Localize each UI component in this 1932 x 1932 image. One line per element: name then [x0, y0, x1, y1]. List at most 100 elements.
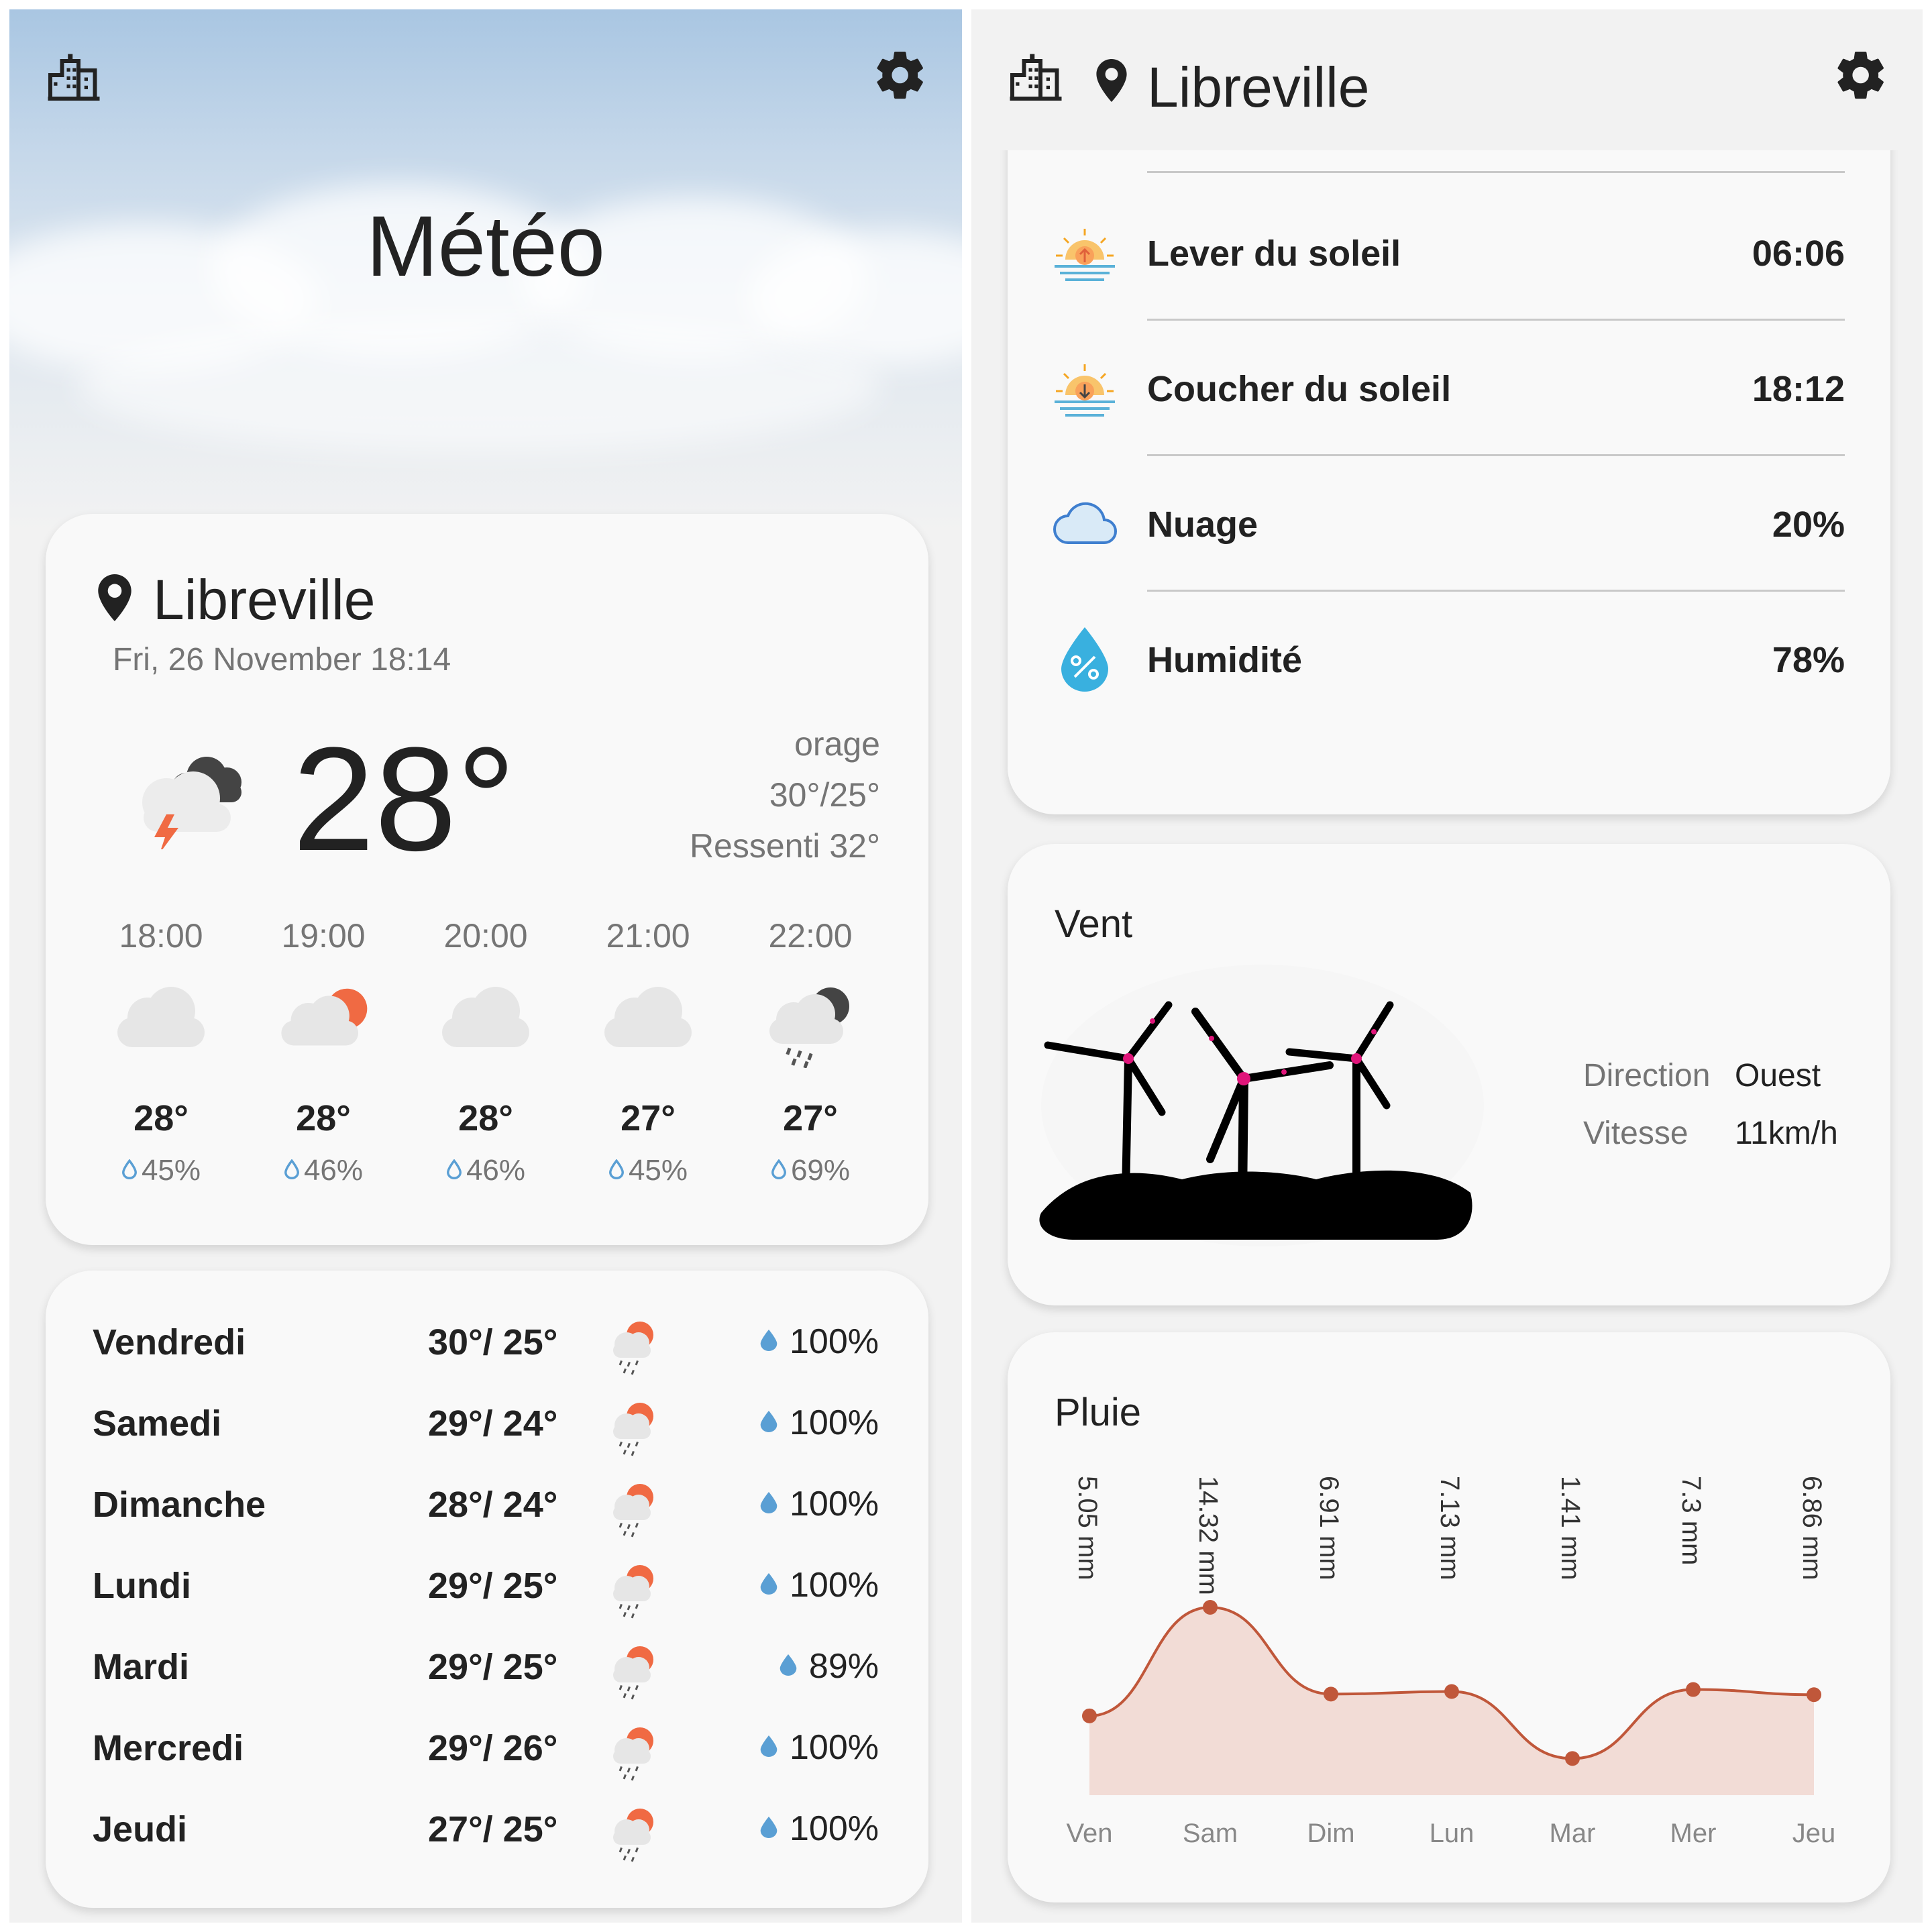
- rain-point: [1807, 1687, 1821, 1703]
- raindrop-icon: [780, 1654, 797, 1679]
- day-temperatures: 30°/ 25°: [428, 1322, 558, 1362]
- weather-details-screen: Libreville UVIndice UVFaibleLever du sol…: [971, 9, 1923, 1923]
- hour-temperature: 28°: [133, 1098, 189, 1138]
- current-weather-card: Libreville Fri, 26 November 18:14 28° or…: [46, 514, 928, 1245]
- daily-row[interactable]: Lundi 29°/ 25° 100%: [46, 1561, 928, 1628]
- raindrop-icon: [284, 1159, 300, 1183]
- feels-like: Ressenti 32°: [689, 827, 880, 865]
- detail-divider: [1147, 319, 1845, 321]
- rain-sun-icon: [606, 1723, 660, 1784]
- rain-day-label: Mer: [1670, 1819, 1717, 1848]
- hour-time: 18:00: [119, 917, 203, 955]
- day-temperatures: 29°/ 25°: [428, 1647, 558, 1687]
- daily-row[interactable]: Samedi 29°/ 24° 100%: [46, 1399, 928, 1466]
- rain-day-label: Ven: [1067, 1819, 1113, 1848]
- wind-speed-label: Vitesse: [1583, 1116, 1688, 1151]
- raindrop-icon: [121, 1159, 138, 1183]
- hour-rain-value: 45%: [141, 1154, 201, 1187]
- hour-rain-chance: 69%: [737, 1154, 884, 1187]
- hour-rain-chance: 46%: [250, 1154, 397, 1187]
- day-temperatures: 28°/ 24°: [428, 1485, 558, 1525]
- min-max-temperature: 30°/25°: [769, 776, 880, 814]
- hourly-item: 22:00 27° 69%: [737, 916, 884, 1198]
- settings-gear-icon[interactable]: [872, 47, 928, 103]
- current-temperature: 28°: [292, 716, 516, 881]
- rain-sun-icon: [606, 1805, 660, 1865]
- detail-value: 06:06: [1752, 233, 1845, 274]
- rain-sun-icon: [606, 1399, 660, 1459]
- day-rain-chance: 100%: [760, 1322, 879, 1362]
- humidity-drop-icon: [1048, 622, 1122, 696]
- wind-title: Vent: [1055, 902, 1133, 946]
- settings-gear-icon[interactable]: [1833, 47, 1889, 103]
- day-rain-chance: 89%: [780, 1646, 879, 1686]
- night-rain-icon: [760, 981, 861, 1068]
- daily-row[interactable]: Vendredi 30°/ 25° 100%: [46, 1318, 928, 1385]
- day-name: Mercredi: [93, 1728, 244, 1768]
- day-rain-value: 100%: [790, 1485, 879, 1523]
- wind-turbines-illustration: [1034, 965, 1491, 1260]
- rain-day-label: Dim: [1307, 1819, 1354, 1848]
- rain-point: [1444, 1684, 1459, 1699]
- rain-value-label: 5.05 mm: [1073, 1476, 1102, 1580]
- day-rain-chance: 100%: [760, 1809, 879, 1849]
- day-name: Dimanche: [93, 1485, 266, 1525]
- hour-time: 22:00: [768, 917, 853, 955]
- weather-main-screen: Météo Libreville Fri, 26 November 18:14 …: [9, 9, 962, 1923]
- hour-rain-value: 69%: [790, 1154, 851, 1187]
- detail-row: Humidité 78%: [1008, 622, 1890, 696]
- detail-value: 18:12: [1752, 369, 1845, 409]
- daily-row[interactable]: Mercredi 29°/ 26° 100%: [46, 1723, 928, 1790]
- day-rain-value: 100%: [790, 1322, 879, 1361]
- rain-value-label: 14.32 mm: [1193, 1476, 1223, 1595]
- header-city-name: Libreville: [1147, 56, 1370, 119]
- rain-point: [1686, 1682, 1701, 1697]
- rain-value-label: 7.13 mm: [1435, 1476, 1464, 1580]
- day-temperatures: 27°/ 25°: [428, 1809, 558, 1849]
- rain-value-label: 7.3 mm: [1676, 1476, 1706, 1565]
- daily-row[interactable]: Jeudi 27°/ 25° 100%: [46, 1805, 928, 1872]
- raindrop-icon: [760, 1491, 777, 1517]
- detail-value: 78%: [1772, 640, 1845, 680]
- raindrop-icon: [760, 1735, 777, 1760]
- rain-area: [1089, 1607, 1814, 1795]
- detail-divider: [1147, 590, 1845, 592]
- day-rain-value: 100%: [790, 1809, 879, 1848]
- day-rain-value: 100%: [790, 1566, 879, 1605]
- detail-value: 20%: [1772, 504, 1845, 545]
- detail-label: Nuage: [1147, 504, 1258, 545]
- rain-point: [1324, 1686, 1338, 1702]
- daily-row[interactable]: Dimanche 28°/ 24° 100%: [46, 1480, 928, 1547]
- cloud-icon: [435, 981, 536, 1068]
- raindrop-icon: [760, 1329, 777, 1354]
- hour-rain-chance: 45%: [87, 1154, 235, 1187]
- wind-card: Vent Direction Ouest Vitesse 11km/h: [1008, 844, 1890, 1305]
- rain-point: [1565, 1751, 1580, 1766]
- day-rain-value: 89%: [808, 1647, 879, 1686]
- day-name: Mardi: [93, 1647, 190, 1687]
- city-buildings-icon[interactable]: [1008, 47, 1064, 103]
- hour-time: 21:00: [606, 917, 690, 955]
- app-title: Météo: [366, 199, 605, 294]
- wind-speed-value: 11km/h: [1735, 1116, 1838, 1151]
- cloud-icon: [111, 981, 211, 1068]
- detail-row: Coucher du soleil 18:12: [1008, 351, 1890, 425]
- rain-sun-icon: [606, 1561, 660, 1621]
- rain-value-label: 6.91 mm: [1314, 1476, 1344, 1580]
- hour-time: 19:00: [281, 917, 366, 955]
- hour-temperature: 28°: [296, 1098, 351, 1138]
- daily-row[interactable]: Mardi 29°/ 25° 89%: [46, 1642, 928, 1709]
- day-rain-chance: 100%: [760, 1565, 879, 1605]
- rain-day-label: Sam: [1183, 1819, 1238, 1848]
- detail-label: Humidité: [1147, 640, 1303, 680]
- day-name: Samedi: [93, 1403, 222, 1444]
- day-temperatures: 29°/ 25°: [428, 1566, 558, 1606]
- day-name: Vendredi: [93, 1322, 246, 1362]
- location-pin-icon: [1096, 59, 1127, 102]
- detail-label: Coucher du soleil: [1147, 369, 1452, 409]
- rain-value-label: 1.41 mm: [1556, 1476, 1585, 1580]
- city-buildings-icon[interactable]: [46, 47, 102, 103]
- rain-day-label: Mar: [1550, 1819, 1596, 1848]
- details-header: Libreville: [971, 9, 1923, 150]
- hourly-item: 21:00 27° 45%: [574, 916, 722, 1198]
